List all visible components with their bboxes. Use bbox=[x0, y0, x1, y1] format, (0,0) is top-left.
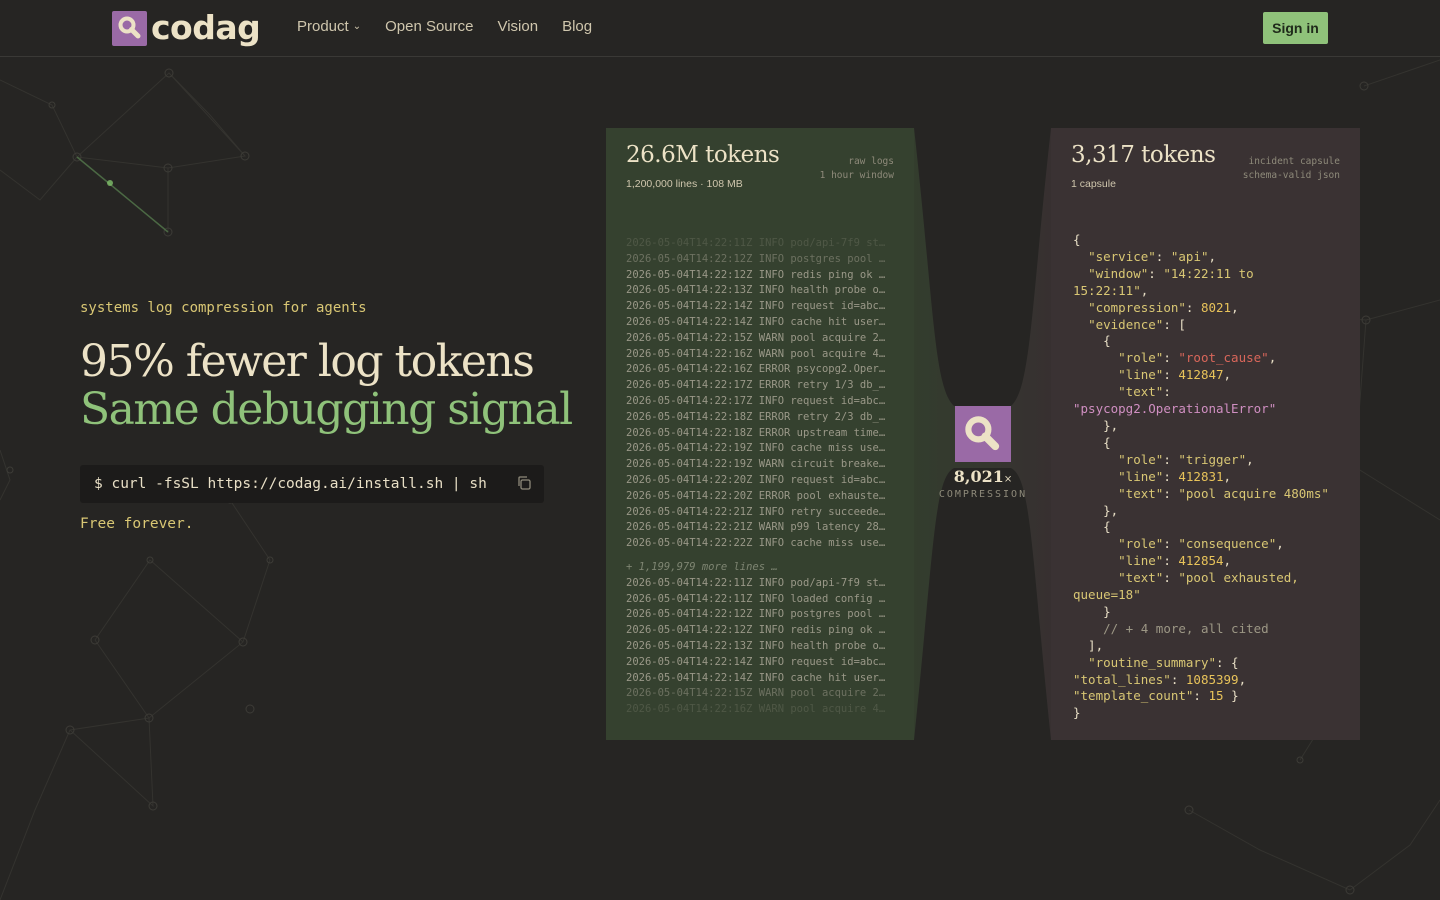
capsule-meta: incident capsule schema-valid json bbox=[1243, 155, 1340, 183]
log-lines-top: 2026-05-04T14:22:11Z INFO pod/api-7f9 st… bbox=[626, 236, 896, 552]
log-line: 2026-05-04T14:22:15Z WARN pool acquire 2… bbox=[626, 331, 886, 344]
headline-line-2: Same debugging signal bbox=[80, 384, 573, 435]
nav-product[interactable]: Product ⌄ bbox=[297, 18, 361, 35]
log-line: 2026-05-04T14:22:21Z INFO retry succeede… bbox=[626, 505, 886, 518]
json-line-3: 412854 bbox=[1178, 553, 1224, 569]
log-line: 2026-05-04T14:22:13Z INFO health probe o… bbox=[626, 284, 886, 297]
raw-tokens-title: 26.6M tokens bbox=[626, 142, 780, 168]
compression-label: COMPRESSION bbox=[938, 489, 1028, 500]
log-line: 2026-05-04T14:22:12Z INFO redis ping ok … bbox=[626, 268, 886, 281]
json-text-3a: pool exhausted, bbox=[1185, 570, 1299, 586]
brand-logo[interactable]: codag bbox=[112, 8, 261, 47]
hero-headline: 95% fewer log tokens Same debugging sign… bbox=[80, 336, 573, 435]
raw-logs-meta: raw logs 1 hour window bbox=[820, 155, 894, 183]
json-line-1: 412847 bbox=[1178, 367, 1224, 383]
nav-product-label: Product bbox=[297, 18, 349, 35]
brand-name: codag bbox=[151, 8, 261, 47]
log-lines-bottom: 2026-05-04T14:22:11Z INFO pod/api-7f9 st… bbox=[626, 576, 896, 718]
log-line: 2026-05-04T14:22:11Z INFO pod/api-7f9 st… bbox=[626, 576, 886, 589]
compression-value: 8,021 bbox=[953, 467, 1004, 486]
log-line: 2026-05-04T14:22:16Z ERROR psycopg2.Oper… bbox=[626, 363, 886, 376]
json-role-2: trigger bbox=[1185, 451, 1239, 467]
nav-blog[interactable]: Blog bbox=[562, 18, 592, 35]
nav-open-source[interactable]: Open Source bbox=[385, 18, 473, 35]
json-role-1: root_cause bbox=[1185, 350, 1262, 366]
log-line: 2026-05-04T14:22:12Z INFO postgres pool … bbox=[626, 608, 886, 621]
log-line: 2026-05-04T14:22:19Z INFO cache miss use… bbox=[626, 442, 886, 455]
log-line: 2026-05-04T14:22:22Z INFO cache miss use… bbox=[626, 537, 886, 550]
log-line: 2026-05-04T14:22:16Z WARN pool acquire 4… bbox=[626, 347, 886, 360]
json-text-3b: queue=18 bbox=[1073, 587, 1134, 603]
more-lines-indicator: + 1,199,979 more lines … bbox=[626, 560, 778, 573]
capsule-tokens-title: 3,317 tokens bbox=[1071, 142, 1216, 168]
log-line: 2026-05-04T14:22:13Z INFO health probe o… bbox=[626, 639, 886, 652]
json-window-a: 14:22:11 to bbox=[1170, 265, 1254, 281]
log-line: 2026-05-04T14:22:17Z INFO request id=abc… bbox=[626, 394, 886, 407]
json-text-2: pool acquire 480ms bbox=[1185, 485, 1322, 501]
install-command[interactable]: $ curl -fsSL https://codag.ai/install.sh… bbox=[94, 476, 487, 492]
capsule-subtitle: 1 capsule bbox=[1071, 178, 1116, 190]
log-line: 2026-05-04T14:22:14Z INFO request id=abc… bbox=[626, 300, 886, 313]
json-template-count: 15 bbox=[1208, 688, 1224, 704]
log-line: 2026-05-04T14:22:14Z INFO cache hit user… bbox=[626, 671, 886, 684]
log-line: 2026-05-04T14:22:18Z ERROR retry 2/3 db_… bbox=[626, 410, 886, 423]
log-line: 2026-05-04T14:22:17Z ERROR retry 1/3 db_… bbox=[626, 379, 886, 392]
capsule-meta-1: incident capsule bbox=[1248, 156, 1340, 167]
json-total-lines: 1085399 bbox=[1185, 671, 1239, 687]
capsule-json: { "service": "api", "window": "14:22:11 … bbox=[1073, 232, 1329, 721]
log-line: 2026-05-04T14:22:20Z ERROR pool exhauste… bbox=[626, 489, 886, 502]
log-line: 2026-05-04T14:22:21Z WARN p99 latency 28… bbox=[626, 521, 886, 534]
free-note: Free forever. bbox=[80, 516, 194, 532]
log-line: 2026-05-04T14:22:15Z WARN pool acquire 2… bbox=[626, 687, 886, 700]
signin-button[interactable]: Sign in bbox=[1263, 12, 1328, 44]
codag-center-icon bbox=[955, 406, 1011, 462]
json-compression: 8021 bbox=[1200, 299, 1232, 315]
raw-meta-1: raw logs bbox=[848, 156, 894, 167]
json-line-2: 412831 bbox=[1178, 468, 1224, 484]
magnifier-icon bbox=[112, 10, 147, 46]
json-comment: // + 4 more, all cited bbox=[1103, 620, 1269, 636]
chevron-down-icon: ⌄ bbox=[352, 21, 362, 32]
copy-icon[interactable] bbox=[516, 475, 532, 491]
log-line: 2026-05-04T14:22:12Z INFO postgres pool … bbox=[626, 252, 886, 265]
raw-logs-subtitle: 1,200,000 lines · 108 MB bbox=[626, 178, 743, 190]
log-line: 2026-05-04T14:22:12Z INFO redis ping ok … bbox=[626, 624, 886, 637]
log-line: 2026-05-04T14:22:20Z INFO request id=abc… bbox=[626, 473, 886, 486]
log-line: 2026-05-04T14:22:14Z INFO request id=abc… bbox=[626, 655, 886, 668]
nav-vision[interactable]: Vision bbox=[497, 18, 538, 35]
json-service: api bbox=[1178, 248, 1201, 264]
capsule-meta-2: schema-valid json bbox=[1242, 170, 1340, 181]
incident-capsule-panel: 3,317 tokens 1 capsule incident capsule … bbox=[1051, 128, 1360, 740]
raw-log-stream: 2026-05-04T14:22:11Z INFO pod/api-7f9 st… bbox=[626, 236, 896, 718]
json-text-1: psycopg2.OperationalError bbox=[1080, 401, 1269, 417]
top-navbar: codag Product ⌄ Open Source Vision Blog … bbox=[0, 0, 1440, 57]
json-window-b: 15:22:11 bbox=[1073, 282, 1134, 298]
log-line: 2026-05-04T14:22:16Z WARN pool acquire 4… bbox=[626, 703, 886, 716]
hero-tagline: systems log compression for agents bbox=[80, 300, 367, 316]
compression-suffix: × bbox=[1003, 474, 1013, 485]
log-line: 2026-05-04T14:22:19Z WARN circuit breake… bbox=[626, 458, 886, 471]
nav-links: Product ⌄ Open Source Vision Blog bbox=[297, 18, 616, 35]
log-line: 2026-05-04T14:22:11Z INFO pod/api-7f9 st… bbox=[626, 237, 886, 249]
compression-ratio: 8,021× bbox=[930, 467, 1036, 486]
raw-logs-panel: 26.6M tokens 1,200,000 lines · 108 MB ra… bbox=[606, 128, 914, 740]
log-line: 2026-05-04T14:22:18Z ERROR upstream time… bbox=[626, 426, 886, 439]
log-line: 2026-05-04T14:22:11Z INFO loaded config … bbox=[626, 592, 886, 605]
install-command-box: $ curl -fsSL https://codag.ai/install.sh… bbox=[80, 465, 544, 503]
log-line: 2026-05-04T14:22:14Z INFO cache hit user… bbox=[626, 315, 886, 328]
headline-line-1: 95% fewer log tokens bbox=[80, 336, 535, 387]
raw-meta-2: 1 hour window bbox=[819, 170, 894, 181]
json-role-3: consequence bbox=[1185, 536, 1269, 552]
